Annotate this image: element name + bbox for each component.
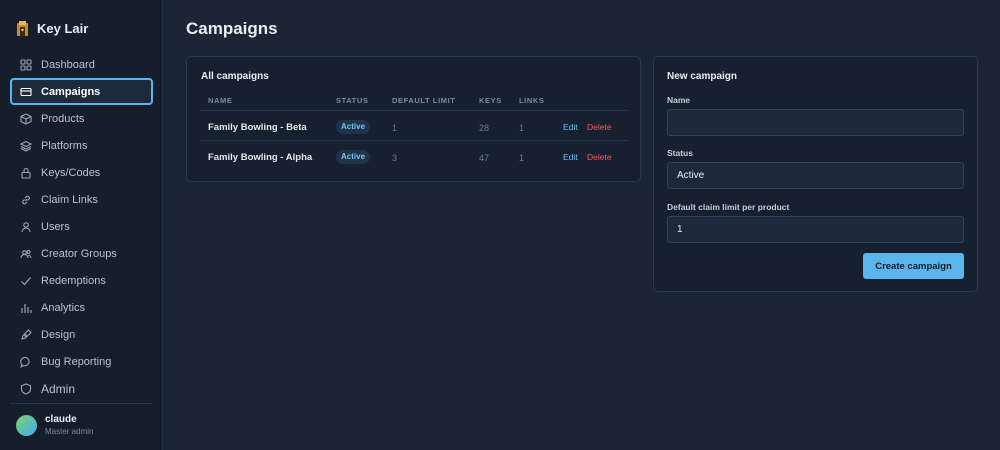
user-role: Master admin: [45, 427, 94, 436]
sidebar-nav: Dashboard Campaigns Products Platforms K…: [10, 51, 153, 402]
column-header-name: NAME: [208, 96, 233, 105]
sidebar-item-label: Users: [41, 220, 70, 233]
user-icon: [21, 221, 31, 232]
card-icon: [20, 87, 32, 96]
link-icon: [22, 195, 30, 204]
sidebar-item-label: Platforms: [41, 139, 88, 152]
bar-chart-icon: [21, 303, 32, 313]
delete-link[interactable]: Delete: [587, 152, 612, 162]
user-name: claude: [45, 414, 77, 425]
table-divider: [200, 140, 628, 141]
card-title: All campaigns: [201, 71, 269, 82]
links-value: 1: [519, 123, 525, 133]
campaign-name: Family Bowling - Beta: [208, 122, 307, 133]
status-badge: Active: [336, 150, 371, 164]
sidebar-item-users[interactable]: Users: [10, 213, 153, 240]
claim-limit-label: Default claim limit per product: [667, 202, 790, 212]
check-icon: [21, 276, 31, 285]
sidebar-item-label: Products: [41, 112, 85, 125]
sidebar-item-label: Dashboard: [41, 58, 95, 71]
brand[interactable]: Key Lair: [16, 19, 88, 37]
page-title: Campaigns: [186, 19, 278, 38]
sidebar-item-design[interactable]: Design: [10, 321, 153, 348]
default-limit-value: 3: [392, 153, 398, 163]
new-campaign-card: New campaign Name Status Active Default …: [653, 56, 978, 292]
dashboard-icon: [20, 58, 32, 71]
links-value: 1: [519, 153, 525, 163]
claim-limit-input[interactable]: [677, 224, 963, 235]
create-campaign-button[interactable]: Create campaign: [863, 253, 964, 279]
status-select[interactable]: Active: [667, 162, 964, 189]
message-icon: [20, 356, 30, 368]
sidebar-item-creator-groups[interactable]: Creator Groups: [10, 240, 153, 267]
status-label: Status: [667, 148, 693, 158]
pen-icon: [21, 328, 32, 340]
sidebar-item-label: Claim Links: [41, 193, 98, 206]
layers-icon: [20, 140, 32, 152]
sidebar-item-label: Creator Groups: [41, 247, 117, 260]
sidebar-item-products[interactable]: Products: [10, 105, 153, 132]
shield-icon: [20, 382, 32, 395]
sidebar-item-keys-codes[interactable]: Keys/Codes: [10, 159, 153, 186]
key-lair-logo-icon: [17, 21, 28, 36]
box-icon: [20, 112, 32, 125]
sidebar-item-platforms[interactable]: Platforms: [10, 132, 153, 159]
sidebar-item-label: Bug Reporting: [41, 355, 112, 368]
app-name: Key Lair: [37, 20, 89, 36]
claim-limit-field[interactable]: [667, 216, 964, 243]
name-input[interactable]: [677, 117, 963, 128]
lock-icon: [21, 167, 31, 179]
column-header-default-limit: DEFAULT LIMIT: [392, 96, 456, 105]
keys-value: 28: [479, 123, 490, 133]
delete-link[interactable]: Delete: [587, 122, 612, 132]
sidebar-item-analytics[interactable]: Analytics: [10, 294, 153, 321]
status-select-value: Active: [677, 170, 705, 181]
sidebar-item-label: Campaigns: [41, 85, 101, 98]
campaign-name: Family Bowling - Alpha: [208, 152, 313, 163]
sidebar-item-claim-links[interactable]: Claim Links: [10, 186, 153, 213]
column-header-status: STATUS: [336, 96, 369, 105]
sidebar-item-campaigns[interactable]: Campaigns: [10, 78, 153, 105]
users-icon: [20, 249, 32, 258]
sidebar-item-admin[interactable]: Admin: [10, 375, 153, 402]
card-title: New campaign: [667, 71, 738, 82]
sidebar-item-label: Analytics: [41, 301, 86, 314]
sidebar-item-redemptions[interactable]: Redemptions: [10, 267, 153, 294]
sidebar-item-label: Admin: [41, 381, 76, 396]
user-profile[interactable]: claude Master admin: [16, 414, 93, 437]
column-header-keys: KEYS: [479, 96, 502, 105]
avatar: [16, 415, 37, 436]
sidebar-divider: [10, 403, 153, 404]
sidebar-item-bug-reporting[interactable]: Bug Reporting: [10, 348, 153, 375]
name-label: Name: [667, 95, 691, 105]
column-header-links: LINKS: [519, 96, 545, 105]
keys-value: 47: [479, 153, 490, 163]
sidebar-item-label: Redemptions: [41, 274, 106, 287]
sidebar-item-label: Design: [41, 328, 76, 341]
default-limit-value: 1: [392, 123, 398, 133]
sidebar-item-dashboard[interactable]: Dashboard: [10, 51, 153, 78]
status-badge: Active: [336, 120, 371, 134]
table-divider: [200, 110, 628, 111]
sidebar-item-label: Keys/Codes: [41, 166, 101, 179]
name-field[interactable]: [667, 109, 964, 136]
edit-link[interactable]: Edit: [563, 122, 578, 132]
sidebar: Key Lair Dashboard Campaigns Products Pl…: [0, 0, 163, 450]
all-campaigns-card: All campaigns NAME STATUS DEFAULT LIMIT …: [186, 56, 641, 182]
edit-link[interactable]: Edit: [563, 152, 578, 162]
